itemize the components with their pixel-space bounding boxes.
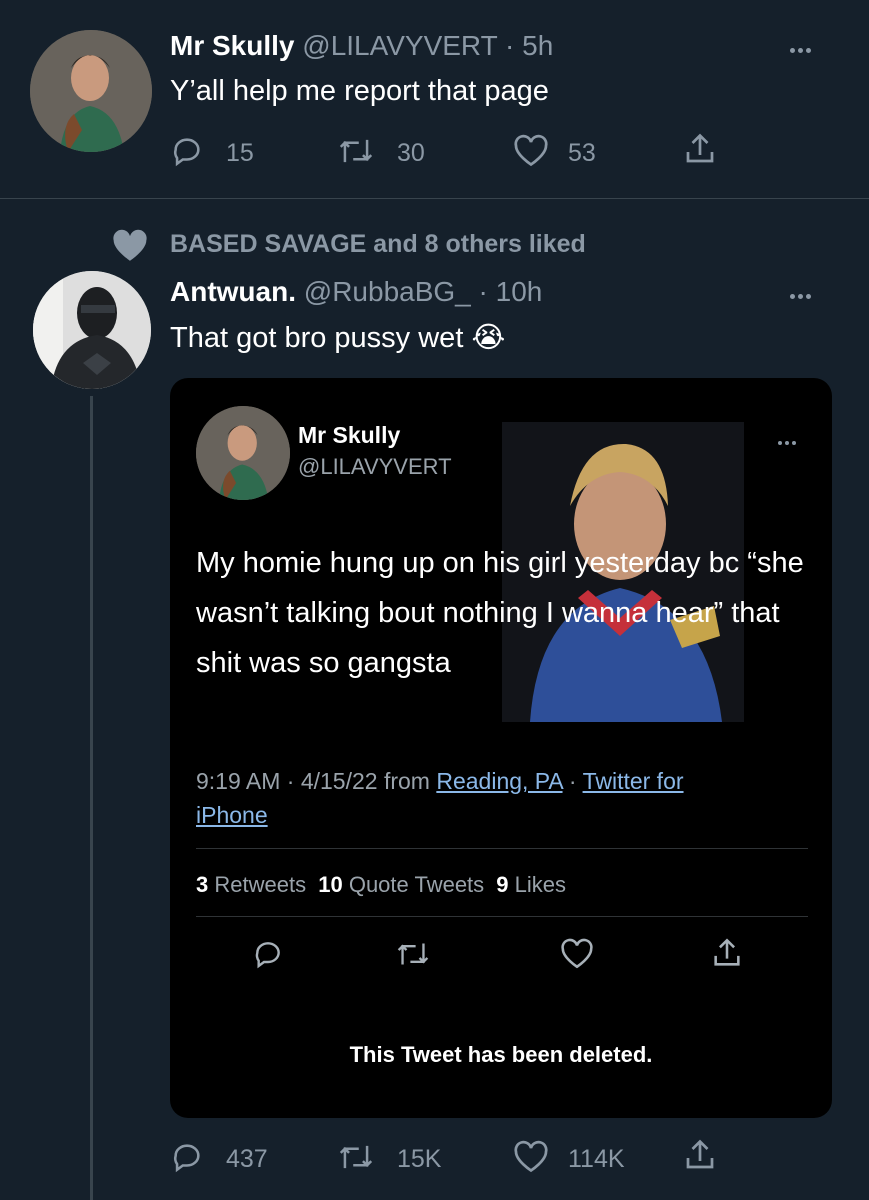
display-name[interactable]: Antwuan.	[170, 276, 296, 307]
reply-icon[interactable]	[170, 1140, 204, 1174]
embedded-divider	[196, 848, 808, 849]
timestamp[interactable]: · 5h	[505, 30, 553, 61]
client-link: Twitter for	[582, 768, 684, 794]
like-icon	[560, 938, 594, 970]
like-icon[interactable]	[513, 1140, 549, 1174]
share-icon[interactable]	[682, 1137, 718, 1173]
social-context-text[interactable]: BASED SAVAGE and 8 others liked	[170, 230, 586, 259]
retweet-icon	[396, 938, 430, 970]
like-count: 53	[568, 139, 596, 167]
handle[interactable]: @RubbaBG_	[304, 276, 471, 307]
tweet-text: Y’all help me report that page	[170, 75, 549, 107]
share-icon[interactable]	[682, 131, 718, 167]
timestamp[interactable]: · 10h	[479, 276, 543, 307]
separator: ·	[568, 768, 577, 794]
divider	[0, 198, 869, 199]
quotes-count: 10	[318, 872, 343, 897]
more-icon	[778, 432, 799, 450]
like-count: 114K	[568, 1145, 625, 1173]
reply-count: 15	[226, 139, 254, 167]
location-link: Reading, PA	[436, 768, 563, 794]
embedded-image[interactable]: Mr Skully @LILAVYVERT My homie hung up o…	[170, 378, 832, 1118]
likes-count: 9	[496, 872, 509, 897]
tweet-text: That got bro pussy wet 😭	[170, 320, 505, 355]
embedded-metadata: 9:19 AM · 4/15/22 from Reading, PA · Twi…	[196, 764, 796, 832]
tweet-text-body: That got bro pussy wet	[170, 322, 464, 354]
quotes-label: Quote Tweets	[348, 872, 485, 897]
embedded-divider	[196, 916, 808, 917]
retweet-count: 15K	[397, 1145, 442, 1173]
like-icon[interactable]	[513, 134, 549, 168]
deleted-notice: This Tweet has been deleted.	[349, 1042, 653, 1067]
heart-icon	[110, 228, 150, 264]
tweet-time-date: 9:19 AM · 4/15/22 from	[196, 768, 430, 794]
display-name[interactable]: Mr Skully	[170, 30, 294, 61]
retweets-count: 3	[196, 872, 209, 897]
reply-icon[interactable]	[170, 134, 204, 168]
embedded-tweet-text: My homie hung up on his girl yesterday b…	[196, 547, 804, 679]
likes-label: Likes	[514, 872, 567, 897]
retweets-label: Retweets	[214, 872, 307, 897]
reply-count: 437	[226, 1145, 268, 1173]
tweet2-header: Antwuan. @RubbaBG_ · 10h	[170, 276, 542, 308]
more-icon[interactable]	[790, 286, 814, 304]
more-icon[interactable]	[790, 40, 814, 58]
handle[interactable]: @LILAVYVERT	[302, 30, 497, 61]
share-icon	[710, 936, 744, 970]
client-link-continued: iPhone	[196, 802, 268, 828]
retweet-count: 30	[397, 139, 425, 167]
retweet-icon[interactable]	[338, 1140, 374, 1174]
retweet-icon[interactable]	[338, 134, 374, 168]
reply-icon	[252, 938, 284, 970]
avatar-mr-skully[interactable]	[30, 30, 152, 152]
embedded-avatar	[196, 406, 290, 500]
embedded-display-name: Mr Skully	[298, 422, 401, 448]
tweet1-header: Mr Skully @LILAVYVERT · 5h	[170, 30, 553, 62]
avatar-antwuan[interactable]	[33, 271, 151, 389]
embedded-stats: 3 Retweets 10 Quote Tweets 9 Likes	[196, 872, 566, 898]
embedded-handle: @LILAVYVERT	[298, 454, 452, 479]
crying-emoji: 😭	[471, 322, 506, 354]
thread-line	[90, 396, 93, 1200]
